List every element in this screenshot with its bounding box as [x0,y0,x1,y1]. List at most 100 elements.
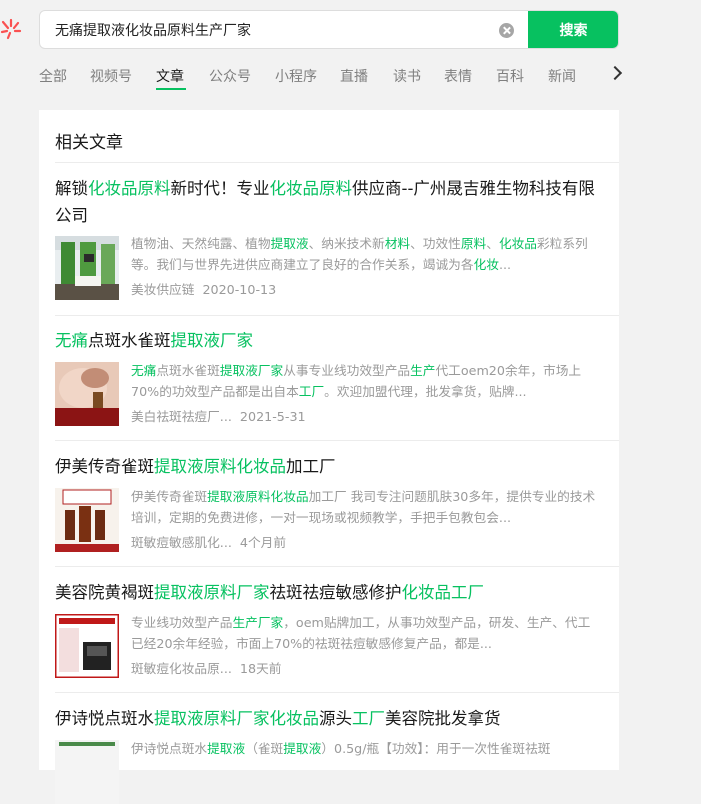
text-segment: 、纳米技术新 [308,236,385,251]
text-segment: ）0.5g/瓶【功效】：用于一次性雀斑祛斑 [321,741,551,756]
text-segment: 伊美传奇雀斑 [131,489,208,504]
text-segment: 美容院批发拿货 [385,709,501,728]
article-date: 2021-5-31 [239,409,306,424]
search-button[interactable]: 搜索 [528,11,618,48]
highlighted-keyword: 提取液厂家 [170,331,254,350]
highlighted-keyword: 工厂 [352,709,385,728]
text-segment: 专业线功效型产品 [131,615,233,630]
text-segment: 点斑水雀斑 [88,331,171,350]
text-segment: 伊诗悦点斑水 [131,741,208,756]
text-segment: 。欢迎加盟代理，批发拿货，贴牌... [324,384,527,399]
article-source[interactable]: 斑敏痘敏感肌化... [131,535,232,550]
text-segment: 点斑水雀斑 [156,363,220,378]
active-tab-indicator [156,88,186,90]
article-description: 专业线功效型产品生产厂家，oem贴牌加工，从事功效型产品，研发、生产、代工已经2… [131,612,601,654]
article-description: 无痛点斑水雀斑提取液厂家从事专业线功效型产品生产代工oem20余年，市场上70%… [131,360,601,402]
highlighted-keyword: 工厂 [298,384,325,399]
highlighted-keyword: 化妆品 [498,236,537,251]
highlighted-keyword: 提取液 [270,236,309,251]
highlighted-keyword: 化妆 [473,257,499,272]
highlighted-keyword: 提取液厂家 [219,363,284,378]
search-input[interactable] [40,11,535,48]
highlighted-keyword: 提取液原料厂家化妆品 [154,709,319,728]
tab-stickers[interactable]: 表情 [444,66,472,86]
highlighted-keyword: 提取液原料化妆品 [207,489,309,504]
text-segment: 加工厂 [286,457,336,476]
article-title[interactable]: 美容院黄褐斑提取液原料厂家祛斑祛痘敏感修护化妆品工厂 [55,579,601,606]
article-title[interactable]: 伊美传奇雀斑提取液原料化妆品加工厂 [55,453,601,480]
text-segment: 、功效性 [410,236,461,251]
article-date: 18天前 [239,661,282,676]
divider [55,440,619,441]
article-meta: 美白祛斑祛痘厂... 2021-5-31 [131,406,306,425]
text-segment: 、 [486,236,499,251]
highlighted-keyword: 提取液 [207,741,246,756]
text-segment: ... [498,257,512,272]
text-segment: 解锁 [55,179,88,198]
highlighted-keyword: 提取液原料厂家 [154,583,270,602]
text-segment: 植物油、天然纯露、植物 [131,236,271,251]
highlighted-keyword: 提取液原料化妆品 [154,457,286,476]
divider [55,566,619,567]
highlighted-keyword: 提取液 [283,741,322,756]
text-segment: （雀斑 [245,741,284,756]
text-segment: 源头 [319,709,352,728]
divider [55,692,619,693]
highlighted-keyword: 生产厂家 [232,615,284,630]
tab-official-accounts[interactable]: 公众号 [209,66,251,86]
article-date: 2020-10-13 [202,282,277,297]
highlighted-keyword: 无痛 [131,363,157,378]
wechat-search-logo-icon [0,18,22,40]
tab-live[interactable]: 直播 [340,66,368,86]
divider [55,315,619,316]
chevron-right-icon[interactable] [607,65,623,81]
article-meta: 斑敏痘敏感肌化... 4个月前 [131,532,286,551]
clear-icon[interactable] [499,23,514,38]
article-thumbnail [55,362,119,426]
article-item[interactable]: 美容院黄褐斑提取液原料厂家祛斑祛痘敏感修护化妆品工厂 专业线功效型产品生产厂家，… [55,579,601,678]
text-segment: 伊美传奇雀斑 [55,457,154,476]
section-title: 相关文章 [55,133,123,153]
article-source[interactable]: 美白祛斑祛痘厂... [131,409,232,424]
related-articles-card: 相关文章 解锁化妆品原料新时代！专业化妆品原料供应商--广州晟吉雅生物科技有限公… [39,110,619,804]
text-segment: 新时代！专业 [170,179,270,198]
tab-books[interactable]: 读书 [393,66,421,86]
highlighted-keyword: 化妆品原料 [88,179,171,198]
tab-mini-programs[interactable]: 小程序 [275,66,317,86]
article-source[interactable]: 斑敏痘化妆品原... [131,661,232,676]
article-title[interactable]: 无痛点斑水雀斑提取液厂家 [55,327,601,354]
tab-news[interactable]: 新闻 [548,66,576,86]
article-description: 植物油、天然纯露、植物提取液、纳米技术新材料、功效性原料、化妆品彩粒系列等。我们… [131,233,601,275]
article-thumbnail [55,740,119,804]
highlighted-keyword: 生产 [410,363,436,378]
article-item[interactable]: 无痛点斑水雀斑提取液厂家 无痛点斑水雀斑提取液厂家从事专业线功效型产品生产代工o… [55,327,601,426]
tab-bar: 全部 视频号 文章 公众号 小程序 直播 读书 表情 百科 新闻 [39,60,623,92]
article-title[interactable]: 伊诗悦点斑水提取液原料厂家化妆品源头工厂美容院批发拿货 [55,705,601,732]
highlighted-keyword: 化妆品原料 [269,179,353,198]
search-bar: 搜索 [39,10,619,49]
article-item[interactable]: 伊诗悦点斑水提取液原料厂家化妆品源头工厂美容院批发拿货 伊诗悦点斑水提取液（雀斑… [55,705,601,804]
highlighted-keyword: 原料 [460,236,487,251]
article-item[interactable]: 解锁化妆品原料新时代！专业化妆品原料供应商--广州晟吉雅生物科技有限公司 植物油… [55,175,601,300]
tab-video-channel[interactable]: 视频号 [90,66,132,86]
article-meta: 斑敏痘化妆品原... 18天前 [131,658,281,677]
article-source[interactable]: 美妆供应链 [131,282,194,297]
article-description: 伊美传奇雀斑提取液原料化妆品加工厂 我司专注问题肌肤30多年，提供专业的技术培训… [131,486,601,528]
text-segment: 美容院黄褐斑 [55,583,154,602]
tab-articles[interactable]: 文章 [156,66,184,86]
tab-encyclopedia[interactable]: 百科 [496,66,524,86]
highlighted-keyword: 化妆品工厂 [401,583,485,602]
tab-all[interactable]: 全部 [39,66,67,86]
highlighted-keyword: 无痛 [55,331,88,350]
text-segment: 祛斑祛痘敏感修护 [269,583,402,602]
article-thumbnail [55,488,119,552]
text-segment: 从事专业线功效型产品 [283,363,411,378]
article-item[interactable]: 伊美传奇雀斑提取液原料化妆品加工厂 伊美传奇雀斑提取液原料化妆品加工厂 我司专注… [55,453,601,552]
article-thumbnail [55,236,119,300]
article-date: 4个月前 [239,535,287,550]
article-meta: 美妆供应链 2020-10-13 [131,279,276,298]
highlighted-keyword: 材料 [384,236,411,251]
text-segment: 伊诗悦点斑水 [55,709,154,728]
article-title[interactable]: 解锁化妆品原料新时代！专业化妆品原料供应商--广州晟吉雅生物科技有限公司 [55,175,601,229]
article-thumbnail [55,614,119,678]
